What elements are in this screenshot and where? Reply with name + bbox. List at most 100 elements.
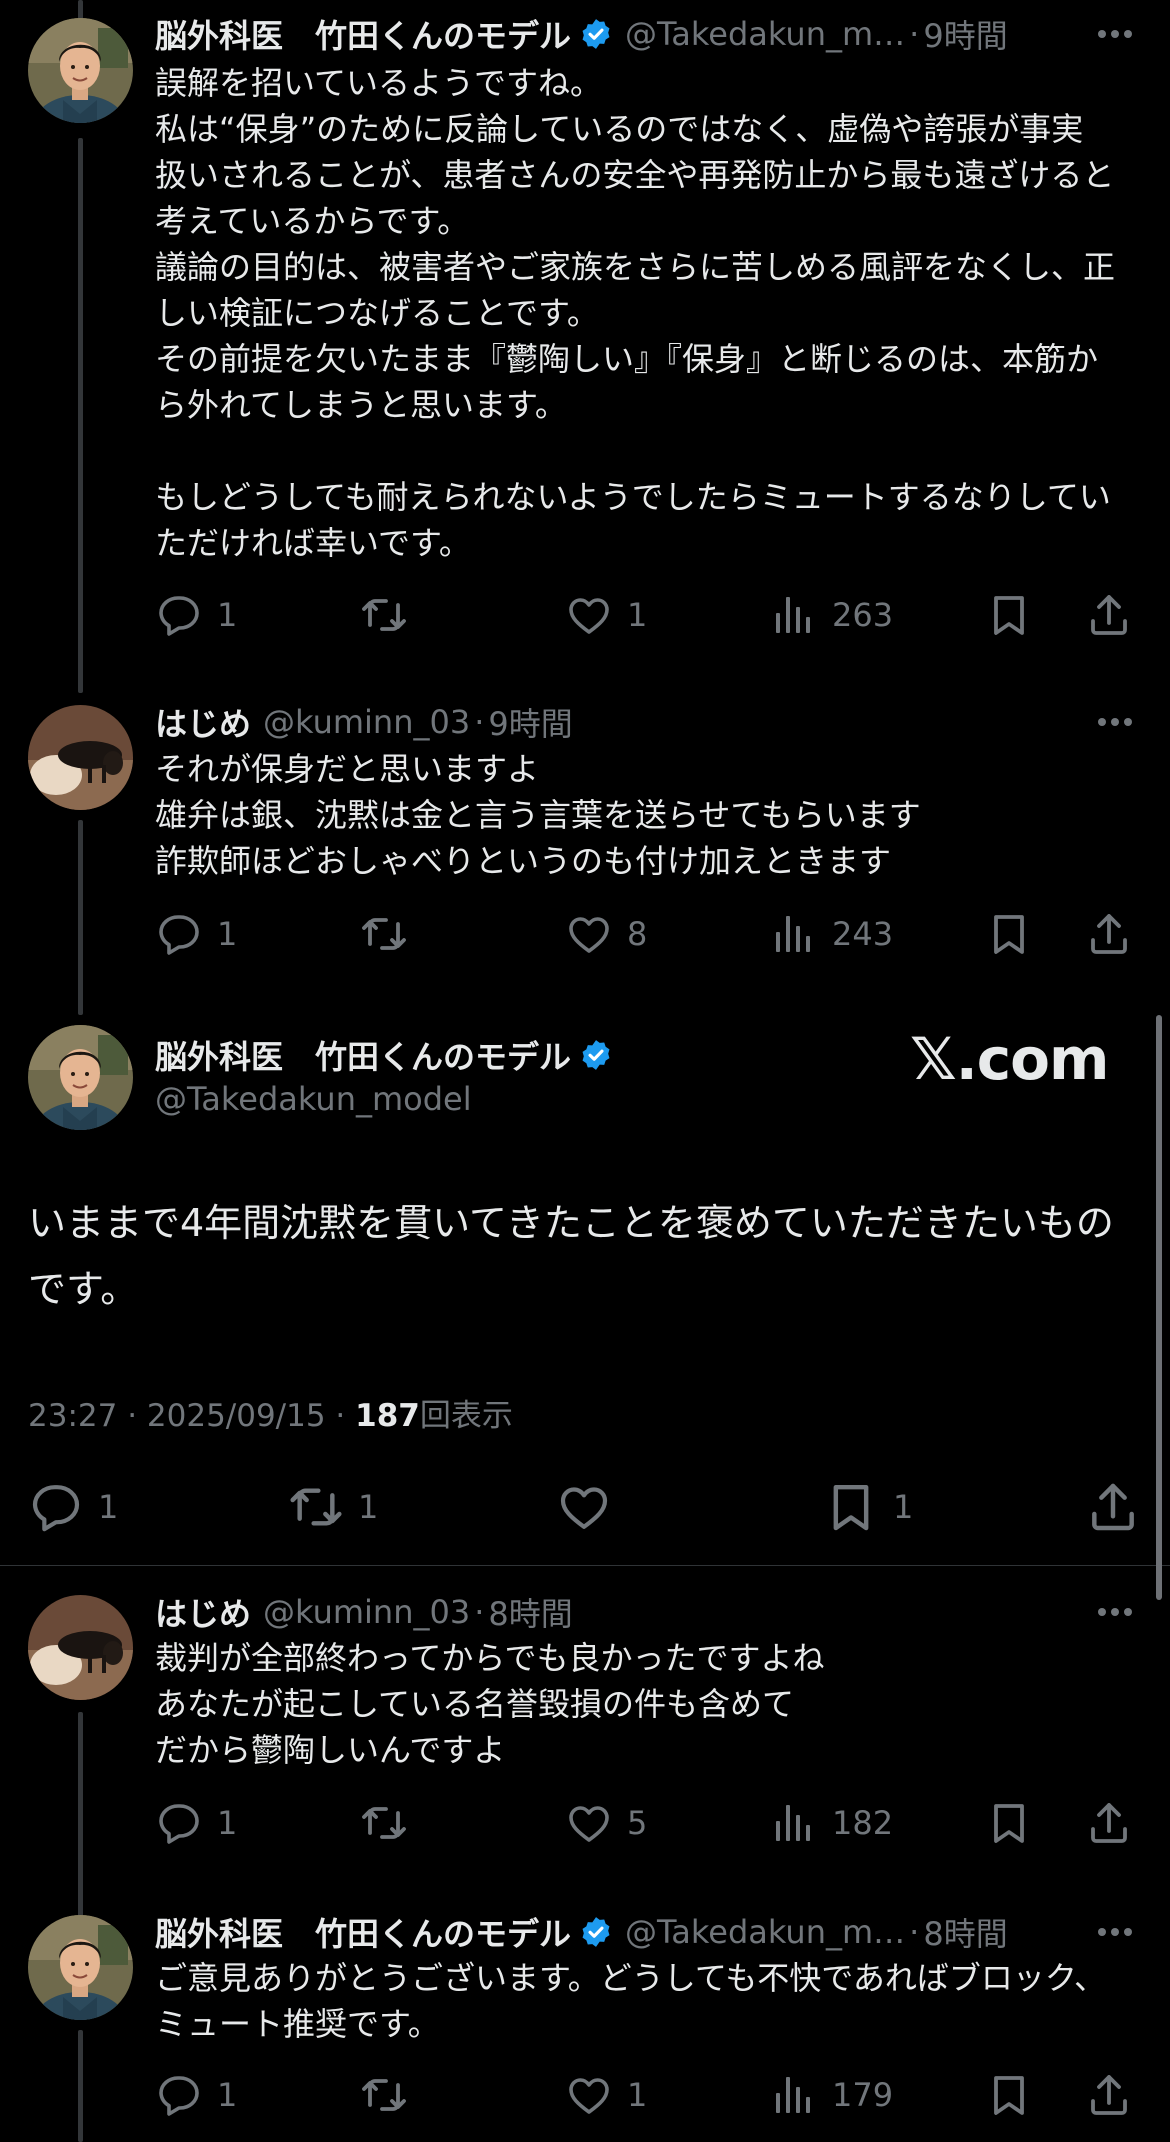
main-author-handle[interactable]: @Takedakun_model <box>155 1080 472 1118</box>
repost-icon <box>360 1799 408 1847</box>
author-handle[interactable]: @kuminn_03 <box>263 1593 470 1631</box>
reply-post[interactable]: はじめ @kuminn_03 · 8時間 裁判が全部終わってからでも良かったです… <box>0 1575 1170 1875</box>
post-time[interactable]: 8時間 <box>923 1909 1007 1955</box>
heart-icon <box>565 1799 613 1847</box>
author-name[interactable]: 脳外科医 竹田くんのモデル <box>155 11 571 57</box>
main-action-bar: 1 1 1 <box>28 1477 1148 1543</box>
bookmark-button[interactable] <box>985 904 1033 964</box>
share-button[interactable] <box>1085 585 1133 645</box>
author-handle[interactable]: @Takedakun_m… <box>625 15 905 53</box>
reply-button[interactable]: 1 <box>155 2065 237 2125</box>
repost-button[interactable] <box>360 904 422 964</box>
post-text: ご意見ありがとうございます。どうしても不快であればブロック、ミュート推奨です。 <box>155 1959 1107 2043</box>
post-time[interactable]: 9時間 <box>923 11 1007 57</box>
reply-icon <box>155 591 203 639</box>
author-name[interactable]: はじめ <box>155 699 251 745</box>
author-name[interactable]: 脳外科医 竹田くんのモデル <box>155 1909 571 1955</box>
bookmark-count: 1 <box>893 1488 914 1526</box>
like-button[interactable]: 1 <box>565 2065 647 2125</box>
author-handle[interactable]: @kuminn_03 <box>263 703 470 741</box>
views-chart-icon <box>770 910 818 958</box>
reply-count: 1 <box>217 915 238 953</box>
bookmark-button[interactable]: 1 <box>823 1477 913 1537</box>
avatar[interactable] <box>28 705 133 810</box>
more-options-icon[interactable] <box>1090 1910 1140 1954</box>
share-icon <box>1085 1799 1133 1847</box>
avatar[interactable] <box>28 1595 133 1700</box>
heart-icon <box>565 591 613 639</box>
bookmark-button[interactable] <box>985 585 1033 645</box>
post-time[interactable]: 8時間 <box>488 1589 572 1635</box>
repost-icon <box>360 2071 408 2119</box>
reply-button[interactable]: 1 <box>28 1477 118 1537</box>
post-time[interactable]: 9時間 <box>488 699 572 745</box>
separator: · <box>474 1593 485 1631</box>
author-handle[interactable]: @Takedakun_m… <box>625 1913 905 1951</box>
reply-icon <box>28 1479 84 1535</box>
like-button[interactable]: 8 <box>565 904 647 964</box>
views-button[interactable]: 243 <box>770 904 893 964</box>
views-button[interactable]: 179 <box>770 2065 893 2125</box>
like-button[interactable] <box>556 1477 626 1537</box>
repost-icon <box>360 591 408 639</box>
author-name[interactable]: はじめ <box>155 1589 251 1635</box>
post-text: 誤解を招いているようですね。 私は“保身”のために反論しているのではなく、虚偽や… <box>155 64 1116 562</box>
reply-button[interactable]: 1 <box>155 904 237 964</box>
views-chart-icon <box>770 2071 818 2119</box>
repost-button[interactable]: 1 <box>288 1477 378 1537</box>
repost-count: 1 <box>358 1488 379 1526</box>
share-icon <box>1085 910 1133 958</box>
heart-icon <box>556 1479 612 1535</box>
share-icon <box>1085 2071 1133 2119</box>
bookmark-icon <box>985 2071 1033 2119</box>
views-count: 187 <box>355 1398 420 1434</box>
post-meta: 23:27 · 2025/09/15 · 187回表示 <box>28 1390 513 1435</box>
reply-post[interactable]: 脳外科医 竹田くんのモデル @Takedakun_m… · 8時間 ご意見ありが… <box>0 1890 1170 2142</box>
share-button[interactable] <box>1085 1477 1141 1537</box>
view-count: 263 <box>832 596 894 634</box>
reply-count: 1 <box>217 596 238 634</box>
avatar[interactable] <box>28 18 133 123</box>
bookmark-button[interactable] <box>985 1793 1033 1853</box>
main-author-name[interactable]: 脳外科医 竹田くんのモデル <box>155 1032 571 1078</box>
share-button[interactable] <box>1085 1793 1133 1853</box>
more-options-icon[interactable] <box>1090 12 1140 56</box>
like-count: 1 <box>627 2076 648 2114</box>
verified-badge-icon <box>579 1038 613 1072</box>
repost-button[interactable] <box>360 1793 422 1853</box>
scrollbar[interactable] <box>1156 1015 1162 1600</box>
reply-button[interactable]: 1 <box>155 585 237 645</box>
separator: · <box>909 1913 920 1951</box>
post-timestamp[interactable]: 23:27 · 2025/09/15 · <box>28 1398 355 1434</box>
reply-icon <box>155 910 203 958</box>
action-bar: 1 5 182 <box>155 1793 1140 1853</box>
more-options-icon[interactable] <box>1090 700 1140 744</box>
like-button[interactable]: 5 <box>565 1793 647 1853</box>
main-post-avatar[interactable] <box>28 1025 133 1130</box>
like-button[interactable]: 1 <box>565 585 647 645</box>
share-button[interactable] <box>1085 2065 1133 2125</box>
more-options-icon[interactable] <box>1090 1590 1140 1634</box>
views-button[interactable]: 263 <box>770 585 893 645</box>
like-count: 1 <box>627 596 648 634</box>
reply-count: 1 <box>217 2076 238 2114</box>
repost-icon <box>360 910 408 958</box>
repost-button[interactable] <box>360 2065 422 2125</box>
reply-post[interactable]: 脳外科医 竹田くんのモデル @Takedakun_m… · 9時間 誤解を招いて… <box>0 0 1170 690</box>
views-button[interactable]: 182 <box>770 1793 893 1853</box>
repost-icon <box>288 1479 344 1535</box>
separator: · <box>909 15 920 53</box>
share-button[interactable] <box>1085 904 1133 964</box>
view-count: 243 <box>832 915 894 953</box>
reply-button[interactable]: 1 <box>155 1793 237 1853</box>
repost-button[interactable] <box>360 585 422 645</box>
avatar[interactable] <box>28 1915 133 2020</box>
share-icon <box>1085 1479 1141 1535</box>
action-bar: 1 1 179 <box>155 2065 1140 2125</box>
bookmark-button[interactable] <box>985 2065 1033 2125</box>
views-chart-icon <box>770 1799 818 1847</box>
reply-post[interactable]: はじめ @kuminn_03 · 9時間 それが保身だと思いますよ 雄弁は銀、沈… <box>0 690 1170 1010</box>
like-count: 5 <box>627 1804 648 1842</box>
action-bar: 1 1 263 <box>155 585 1140 645</box>
heart-icon <box>565 2071 613 2119</box>
